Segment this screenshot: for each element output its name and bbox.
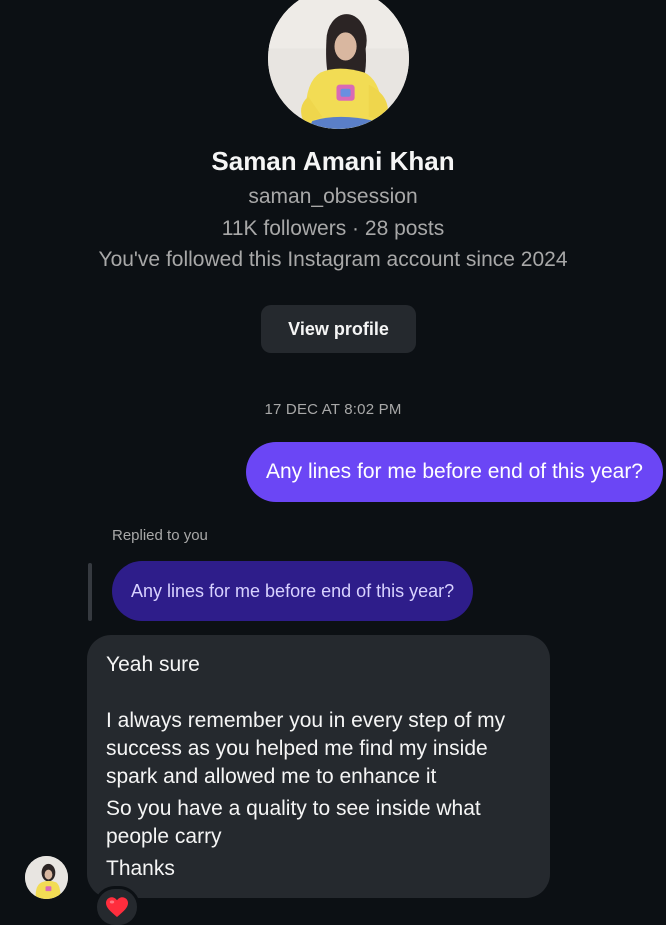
dm-thread-screen: Saman Amani Khan saman_obsession 11K fol… xyxy=(0,0,666,925)
received-message-paragraph: Thanks xyxy=(106,857,175,880)
profile-avatar[interactable] xyxy=(268,0,409,129)
sent-message-bubble[interactable]: Any lines for me before end of this year… xyxy=(245,442,663,502)
profile-photo-icon xyxy=(268,0,409,129)
received-message-bubble[interactable]: Yeah sure I always remember you in every… xyxy=(87,635,550,898)
received-message-paragraph: I always remember you in every step of m… xyxy=(106,709,506,788)
profile-handle: saman_obsession xyxy=(248,185,418,208)
heart-emoji-icon xyxy=(106,897,128,917)
sender-photo-icon xyxy=(25,856,68,899)
profile-stats: 11K followers · 28 posts xyxy=(221,217,445,240)
profile-followed-note: You've followed this Instagram account s… xyxy=(98,248,568,271)
view-profile-button[interactable]: View profile xyxy=(261,305,416,353)
received-message-line: Yeah sure xyxy=(106,653,200,676)
reply-indicator-bar xyxy=(88,563,92,621)
received-message-paragraph: So you have a quality to see inside what… xyxy=(106,797,481,848)
message-timestamp: 17 DEC AT 8:02 PM xyxy=(264,401,402,418)
sender-avatar[interactable] xyxy=(25,856,68,899)
profile-name: Saman Amani Khan xyxy=(211,146,455,176)
heart-reaction[interactable] xyxy=(94,886,140,925)
replied-to-you-label: Replied to you xyxy=(112,527,208,544)
quoted-message-bubble[interactable]: Any lines for me before end of this year… xyxy=(112,561,474,621)
